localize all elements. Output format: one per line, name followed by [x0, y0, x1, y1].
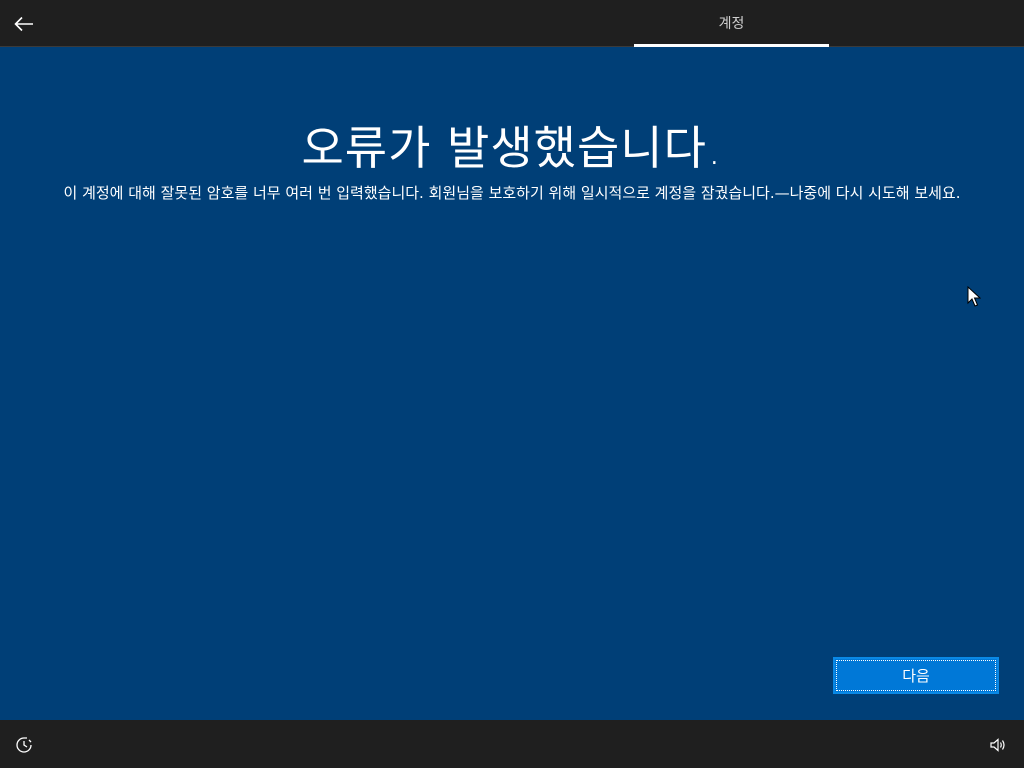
ease-of-access-button[interactable]	[12, 734, 36, 756]
back-button[interactable]	[8, 8, 40, 40]
tab-account-label: 계정	[718, 16, 745, 32]
volume-button[interactable]	[986, 734, 1010, 756]
arrow-left-icon	[14, 16, 33, 32]
top-bar: 계정	[0, 0, 1024, 47]
page-title: 오류가 발생했습니다.	[301, 121, 723, 175]
error-message: 이 계정에 대해 잘못된 암호를 너무 여러 번 입력했습니다. 회원님을 보호…	[63, 184, 961, 202]
tab-account: 계정	[634, 0, 829, 46]
ease-of-access-icon	[16, 737, 32, 753]
tab-active-indicator	[634, 44, 829, 47]
speaker-volume-icon	[990, 738, 1005, 752]
next-button-label: 다음	[902, 667, 930, 685]
next-button[interactable]: 다음	[833, 657, 999, 694]
mouse-pointer-icon	[967, 286, 981, 307]
bottom-bar	[0, 720, 1024, 768]
